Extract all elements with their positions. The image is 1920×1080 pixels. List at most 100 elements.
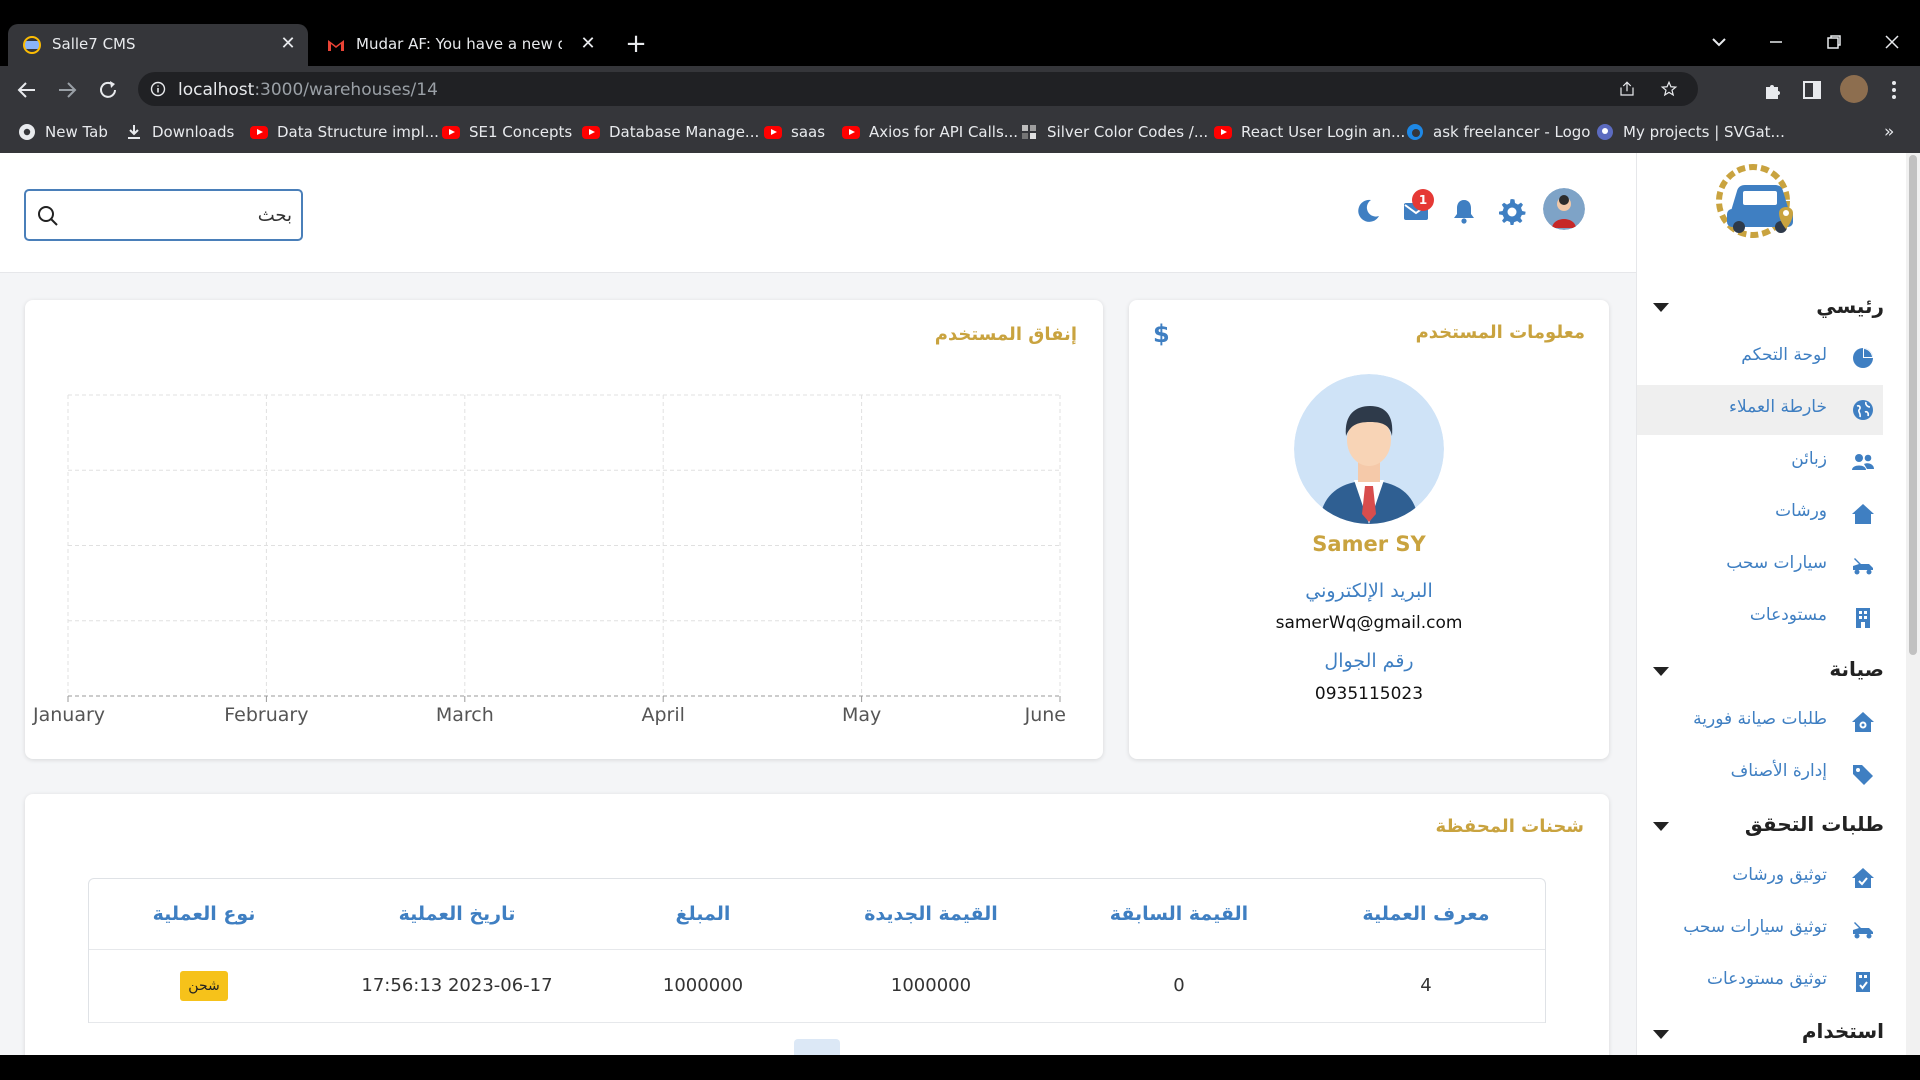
dollar-icon[interactable]: $ — [1153, 320, 1170, 348]
cell-new-value: 1000000 — [811, 950, 1051, 1023]
bookmark-data-structure[interactable]: Data Structure impl... — [250, 119, 439, 145]
download-icon — [128, 125, 140, 139]
site-info-icon[interactable] — [150, 81, 166, 97]
pagination-chip[interactable] — [794, 1039, 840, 1055]
bookmark-silver-color[interactable]: Silver Color Codes /... — [1020, 119, 1208, 145]
profile-avatar-icon[interactable] — [1840, 75, 1868, 103]
bookmark-downloads[interactable]: Downloads — [125, 119, 234, 145]
close-window-icon[interactable] — [1880, 30, 1904, 54]
page-scrollbar[interactable] — [1906, 153, 1920, 1055]
nav-verify-tow-trucks[interactable]: توثيق سيارات سحب — [1637, 905, 1883, 955]
section-verification[interactable]: طلبات التحقق — [1745, 812, 1884, 842]
cell-operation-id: 4 — [1307, 950, 1545, 1023]
bookmark-database-manage[interactable]: Database Manage... — [582, 119, 759, 145]
tab-title: Salle7 CMS — [52, 35, 136, 53]
tab-search-icon[interactable] — [1707, 30, 1731, 54]
section-main[interactable]: رئيسي — [1816, 294, 1884, 324]
spending-chart: January February March April May June — [32, 394, 1066, 726]
nav-label: مستودعات — [1749, 605, 1827, 625]
bookmark-axios[interactable]: Axios for API Calls... — [842, 119, 1018, 145]
nav-label: توثيق سيارات سحب — [1683, 917, 1827, 937]
globe-icon — [1853, 400, 1873, 420]
restore-icon[interactable] — [1822, 30, 1846, 54]
side-panel-icon[interactable] — [1800, 78, 1824, 102]
cell-previous-value: 0 — [1051, 950, 1307, 1023]
cell-amount: 1000000 — [595, 950, 811, 1023]
nav-customers[interactable]: زبائن — [1637, 437, 1883, 487]
nav-workshops[interactable]: ورشات — [1637, 489, 1883, 539]
search-box[interactable] — [24, 189, 303, 241]
user-name: Samer SY — [1312, 532, 1426, 556]
settings-icon[interactable] — [1498, 197, 1526, 225]
youtube-icon — [764, 125, 782, 139]
tab-salle7-cms[interactable]: Salle7 CMS ✕ — [8, 24, 308, 66]
x-tick-label: June — [1024, 704, 1066, 726]
youtube-icon — [842, 125, 860, 139]
url-text: localhost:3000/warehouses/14 — [178, 80, 438, 100]
nav-label: زبائن — [1791, 449, 1827, 469]
nav-warehouses[interactable]: مستودعات — [1637, 593, 1883, 643]
bookmark-svgator[interactable]: My projects | SVGat... — [1596, 119, 1785, 145]
tab-gmail[interactable]: Mudar AF: You have a new query ✕ — [312, 24, 602, 66]
x-tick-label: May — [842, 704, 881, 726]
bookmark-se1-concepts[interactable]: SE1 Concepts — [442, 119, 572, 145]
bookmarks-bar: New Tab Downloads Data Structure impl...… — [0, 112, 1920, 153]
profile-avatar[interactable] — [1543, 188, 1585, 230]
app-root: 1 معلومات المستخدم $ Samer SY البريد الإ… — [0, 153, 1920, 1055]
tow-truck-check-icon — [1853, 922, 1873, 939]
caret-down-icon[interactable] — [1653, 822, 1669, 831]
close-tab-icon[interactable]: ✕ — [278, 34, 298, 54]
reload-icon[interactable] — [96, 78, 120, 102]
section-usage[interactable]: استخدام — [1802, 1019, 1884, 1049]
top-bar: 1 — [0, 153, 1636, 273]
dark-mode-icon[interactable] — [1354, 197, 1382, 225]
nav-tow-trucks[interactable]: سيارات سحب — [1637, 541, 1883, 591]
house-icon — [1852, 504, 1874, 524]
caret-down-icon[interactable] — [1653, 303, 1669, 312]
bookmark-star-icon[interactable] — [1660, 80, 1678, 98]
column-header[interactable]: القيمة الجديدة — [811, 879, 1051, 950]
mail-badge: 1 — [1412, 189, 1434, 211]
column-header[interactable]: معرف العملية — [1307, 879, 1545, 950]
bookmark-react-login[interactable]: React User Login an... — [1214, 119, 1405, 145]
bell-icon[interactable] — [1450, 197, 1478, 225]
column-header[interactable]: تاريخ العملية — [319, 879, 595, 950]
column-header[interactable]: نوع العملية — [89, 879, 319, 950]
minimize-icon[interactable] — [1764, 30, 1788, 54]
nav-dashboard[interactable]: لوحة التحكم — [1637, 333, 1883, 383]
bookmark-new-tab[interactable]: New Tab — [18, 119, 108, 145]
cell-date: 17:56:13 2023-06-17 — [319, 950, 595, 1023]
tag-icon — [1853, 765, 1873, 785]
bookmark-saas[interactable]: saas — [764, 119, 825, 145]
column-header[interactable]: المبلغ — [595, 879, 811, 950]
building-icon — [1856, 608, 1870, 628]
tab-title: Mudar AF: You have a new query — [356, 35, 562, 53]
back-icon[interactable] — [15, 78, 39, 102]
caret-down-icon[interactable] — [1653, 667, 1669, 676]
nav-instant-maintenance[interactable]: طلبات صيانة فورية — [1637, 697, 1883, 747]
bookmark-label: Axios for API Calls... — [869, 123, 1019, 141]
bookmark-label: Downloads — [152, 123, 235, 141]
extensions-icon[interactable] — [1761, 78, 1785, 102]
bookmark-ask-freelancer[interactable]: ask freelancer - Logo — [1406, 119, 1590, 145]
new-tab-button[interactable]: + — [624, 31, 648, 57]
scrollbar-thumb[interactable] — [1909, 155, 1917, 655]
section-maintenance[interactable]: صيانة — [1829, 657, 1884, 687]
caret-down-icon[interactable] — [1653, 1030, 1669, 1039]
logo-icon[interactable] — [1713, 161, 1809, 249]
share-icon[interactable] — [1618, 80, 1636, 98]
column-header[interactable]: القيمة السابقة — [1051, 879, 1307, 950]
nav-categories[interactable]: إدارة الأصناف — [1637, 749, 1883, 799]
close-tab-icon[interactable]: ✕ — [578, 34, 598, 54]
more-bookmarks-button[interactable]: » — [1884, 119, 1894, 145]
nav-verify-warehouses[interactable]: توثيق مستودعات — [1637, 957, 1883, 1007]
nav-label: توثيق ورشات — [1732, 865, 1827, 885]
search-icon[interactable] — [36, 204, 60, 228]
search-input[interactable] — [74, 199, 292, 231]
bookmark-label: saas — [791, 123, 826, 141]
nav-customers-map[interactable]: خارطة العملاء — [1637, 385, 1883, 435]
nav-verify-workshops[interactable]: توثيق ورشات — [1637, 853, 1883, 903]
browser-menu-icon[interactable] — [1882, 78, 1906, 102]
address-bar[interactable]: localhost:3000/warehouses/14 — [138, 72, 1698, 106]
forward-icon[interactable] — [55, 78, 79, 102]
